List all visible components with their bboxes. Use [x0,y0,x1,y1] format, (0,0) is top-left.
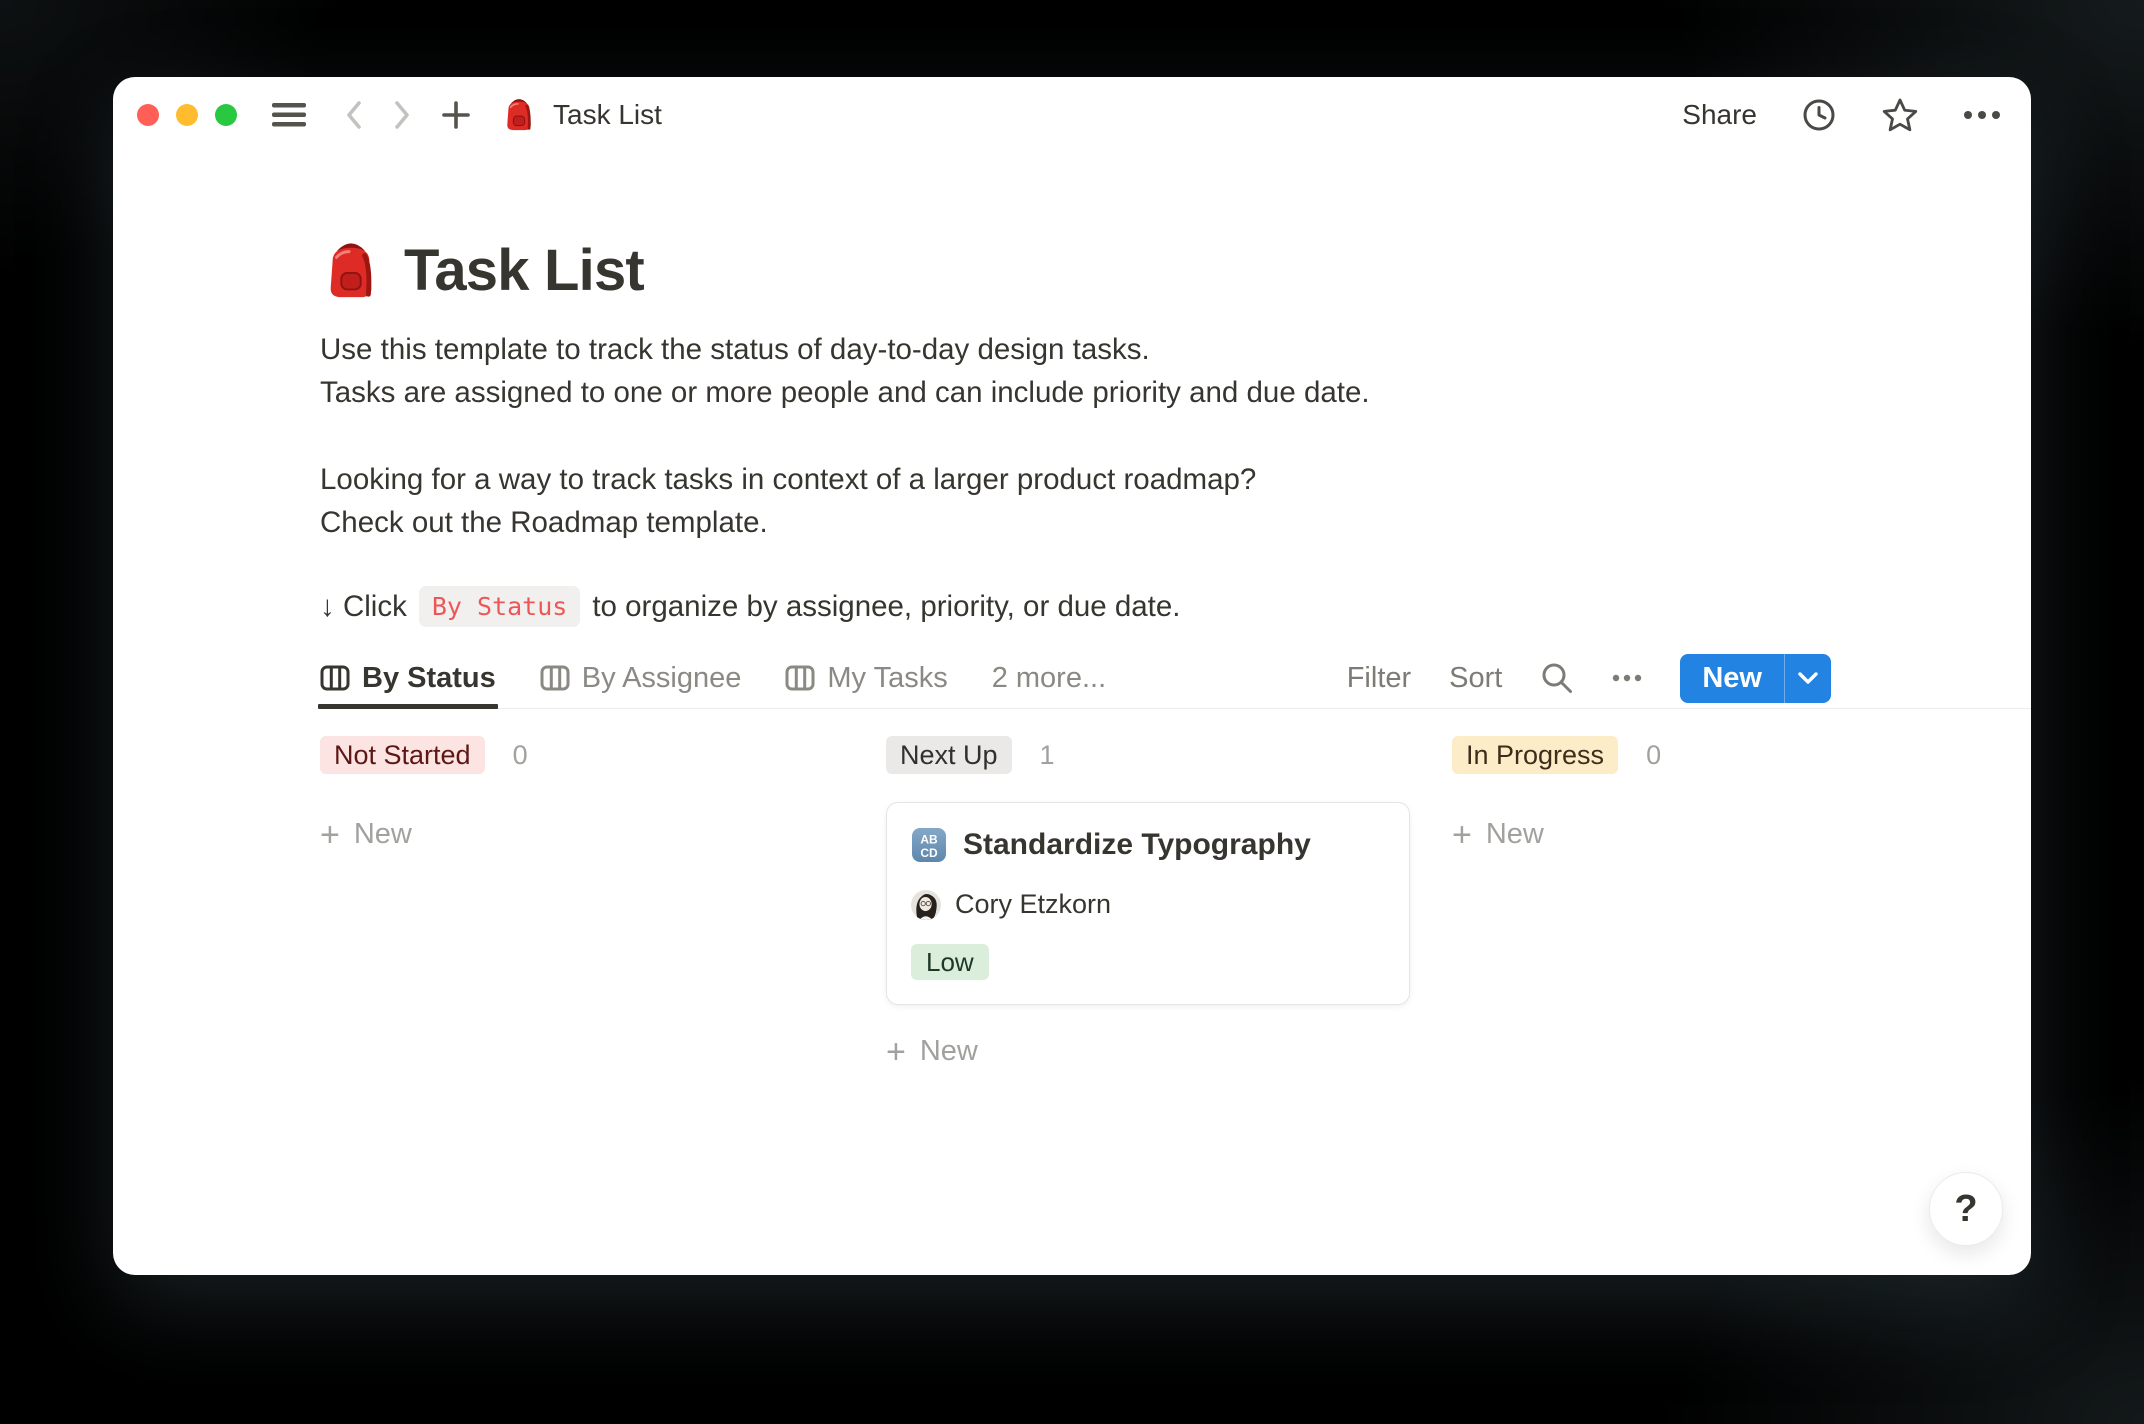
tab-my-tasks[interactable]: My Tasks [785,647,947,709]
column-header: In Progress 0 [1452,736,1982,774]
assignee-name: Cory Etzkorn [955,889,1111,920]
column-in-progress: In Progress 0 + New [1452,736,1982,1068]
hint-suffix: to organize by assignee, priority, or du… [592,590,1180,624]
app-window: Task List Share [113,77,2031,1275]
hint-line: ↓ Click By Status to organize by assigne… [320,586,1831,627]
plus-icon: + [1452,820,1472,850]
task-card-standardize-typography[interactable]: AB CD Standardize Typography [886,802,1410,1005]
tab-label: My Tasks [827,662,947,695]
column-count: 0 [1646,740,1661,771]
board-view-icon [320,663,350,693]
status-badge[interactable]: Not Started [320,736,485,774]
share-button[interactable]: Share [1682,99,1757,131]
hint-prefix: ↓ Click [320,590,407,624]
intro-line-1: Use this template to track the status of… [320,328,1831,371]
traffic-lights [137,104,237,126]
plus-icon: + [320,820,340,850]
page-content: Task List Use this template to track the… [320,153,1831,1068]
tab-by-assignee[interactable]: By Assignee [540,647,742,709]
view-toolbar: Filter Sort [1347,654,1831,703]
more-views-button[interactable]: 2 more... [992,662,1106,695]
new-page-plus-icon[interactable] [441,100,471,130]
tab-label: By Status [362,662,496,695]
back-icon[interactable] [343,99,365,131]
view-tabbar: By Status By Assignee [320,647,1831,709]
favorite-star-icon[interactable] [1881,97,1919,134]
filter-button[interactable]: Filter [1347,662,1411,695]
roadmap-paragraph: Looking for a way to track tasks in cont… [320,458,1831,544]
view-options-icon[interactable] [1612,674,1642,682]
tab-by-status[interactable]: By Status [320,647,496,709]
kanban-board: Not Started 0 + New Next Up 1 [320,736,2031,1068]
roadmap-line-1: Looking for a way to track tasks in cont… [320,458,1831,501]
svg-text:AB: AB [920,833,938,847]
new-record-button[interactable]: New [1680,654,1831,703]
add-card-button[interactable]: + New [1452,818,1982,851]
add-card-button[interactable]: + New [886,1035,1416,1068]
card-title: Standardize Typography [963,828,1311,862]
sort-button[interactable]: Sort [1449,662,1502,695]
minimize-window-button[interactable] [176,104,198,126]
roadmap-line-2: Check out the Roadmap template. [320,501,1831,544]
page-title: Task List [404,237,644,304]
hint-code-by-status: By Status [419,586,580,627]
tab-label: By Assignee [582,662,742,695]
column-count: 1 [1040,740,1055,771]
titlebar-actions: Share [1682,97,2001,134]
card-title-row: AB CD Standardize Typography [911,827,1385,863]
clock-history-icon[interactable] [1801,97,1837,133]
card-tags-row: Low [911,944,1385,980]
forward-icon[interactable] [391,99,413,131]
close-window-button[interactable] [137,104,159,126]
abcd-emoji: AB CD [911,827,947,863]
intro-line-2: Tasks are assigned to one or more people… [320,371,1831,414]
status-badge[interactable]: Next Up [886,736,1012,774]
add-card-label: New [1486,818,1544,851]
status-badge[interactable]: In Progress [1452,736,1618,774]
titlebar-doc-title: Task List [553,99,662,131]
add-card-label: New [920,1035,978,1068]
chevron-down-icon[interactable] [1785,654,1831,703]
column-next-up: Next Up 1 [886,736,1416,1068]
board-view-icon [540,663,570,693]
more-options-icon[interactable] [1963,110,2001,120]
view-tabs: By Status By Assignee [320,647,1106,709]
add-card-button[interactable]: + New [320,818,850,851]
board-view-icon [785,663,815,693]
plus-icon: + [886,1037,906,1067]
zoom-window-button[interactable] [215,104,237,126]
column-header: Next Up 1 [886,736,1416,774]
avatar [911,890,941,920]
priority-tag: Low [911,944,989,980]
svg-text:CD: CD [920,846,938,860]
add-card-label: New [354,818,412,851]
column-not-started: Not Started 0 + New [320,736,850,1068]
card-assignee-row: Cory Etzkorn [911,889,1385,920]
titlebar: Task List Share [113,77,2031,153]
page-title-row: Task List [320,237,1831,304]
sidebar-menu-icon[interactable] [271,101,307,129]
search-icon[interactable] [1540,661,1574,695]
intro-paragraph: Use this template to track the status of… [320,328,1831,414]
column-count: 0 [513,740,528,771]
backpack-emoji[interactable] [320,238,382,304]
column-header: Not Started 0 [320,736,850,774]
help-button[interactable]: ? [1929,1172,2003,1246]
backpack-emoji [501,96,537,134]
desktop-background: Task List Share [0,0,2144,1424]
new-record-label[interactable]: New [1680,654,1784,703]
